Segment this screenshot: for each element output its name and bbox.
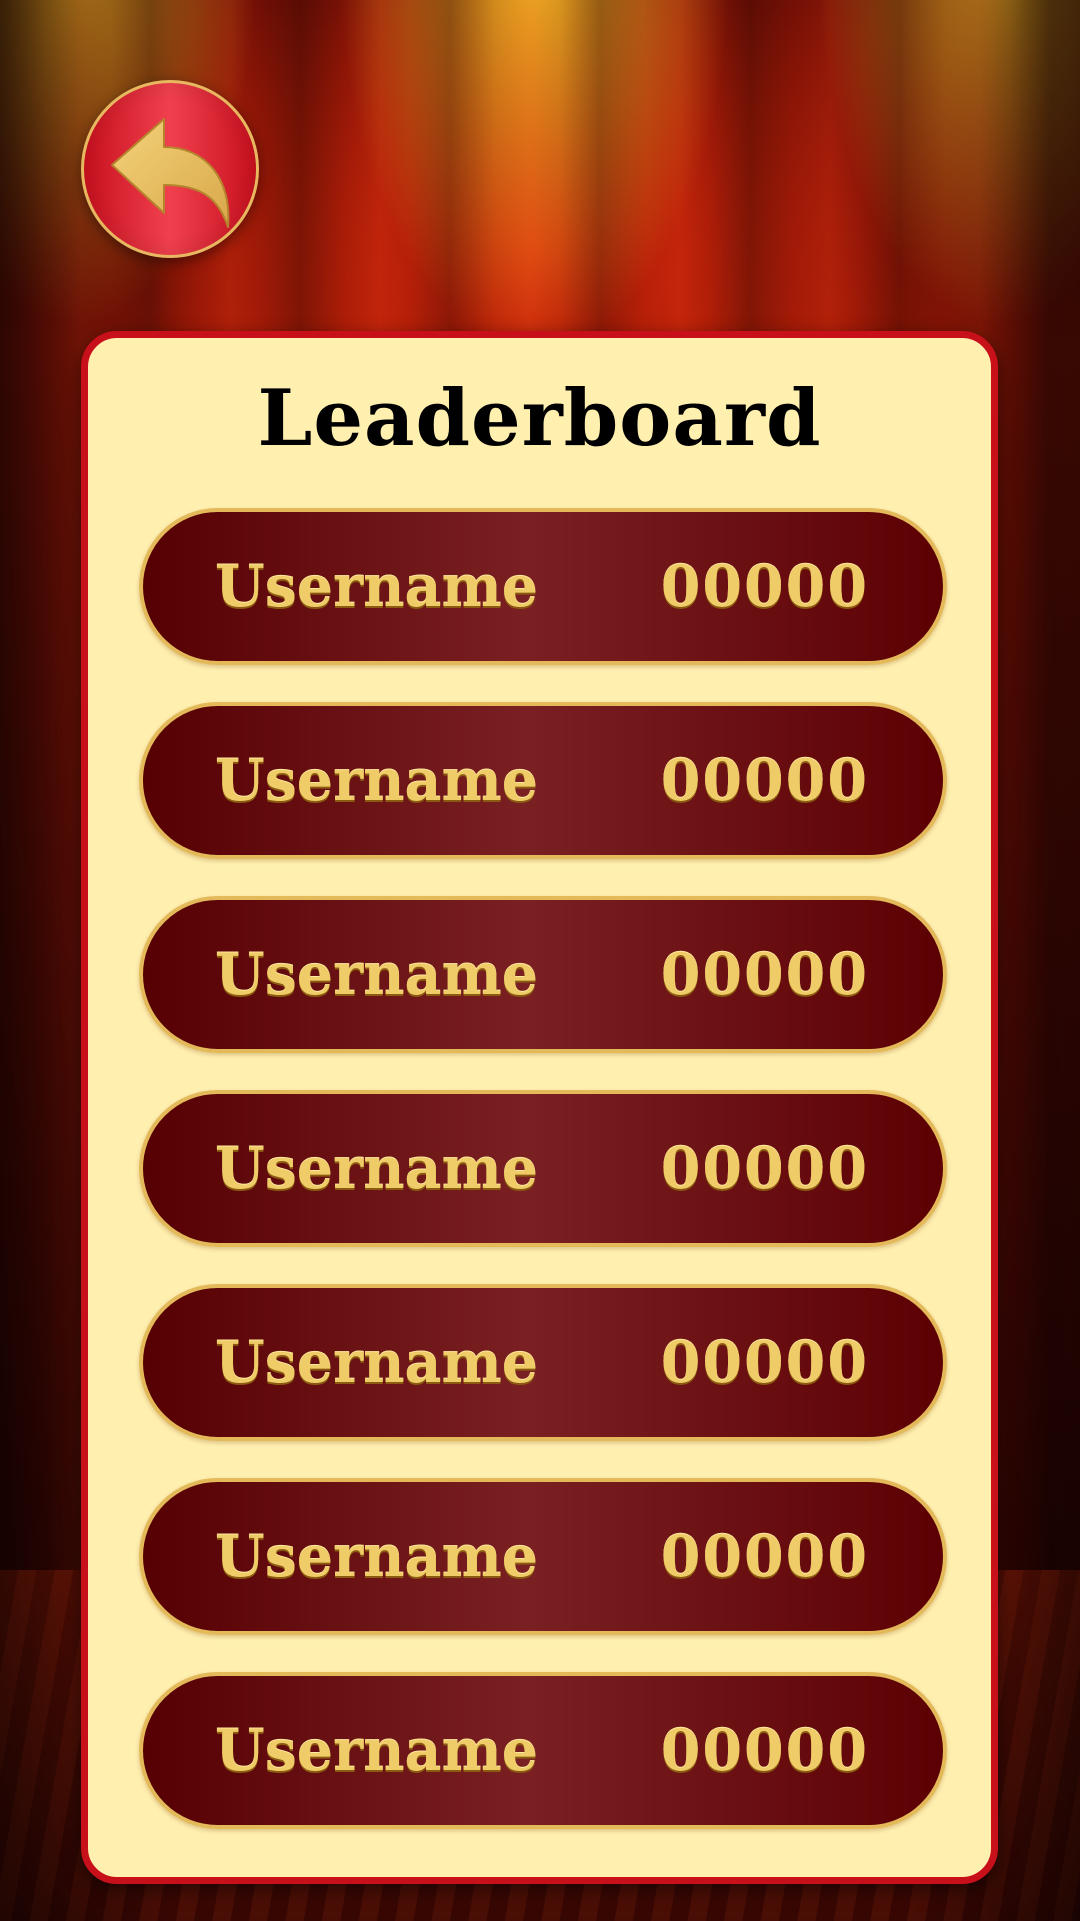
row-score: 00000 bbox=[660, 1329, 869, 1396]
leaderboard-row: Username 00000 bbox=[139, 702, 947, 859]
back-arrow-icon bbox=[111, 118, 230, 228]
row-username: Username bbox=[215, 1135, 539, 1202]
leaderboard-row: Username 00000 bbox=[139, 1090, 947, 1247]
leaderboard-row: Username 00000 bbox=[139, 1672, 947, 1829]
leaderboard-row: Username 00000 bbox=[139, 508, 947, 665]
row-score: 00000 bbox=[660, 941, 869, 1008]
leaderboard-title: Leaderboard bbox=[257, 373, 822, 464]
leaderboard-row: Username 00000 bbox=[139, 896, 947, 1053]
row-score: 00000 bbox=[660, 1717, 869, 1784]
leaderboard-panel: Leaderboard Username 00000 Username 0000… bbox=[81, 331, 998, 1884]
row-score: 00000 bbox=[660, 747, 869, 814]
row-score: 00000 bbox=[660, 1523, 869, 1590]
row-score: 00000 bbox=[660, 553, 869, 620]
leaderboard-list: Username 00000 Username 00000 Username 0… bbox=[139, 508, 947, 1866]
row-username: Username bbox=[215, 1523, 539, 1590]
row-username: Username bbox=[215, 1717, 539, 1784]
row-username: Username bbox=[215, 941, 539, 1008]
leaderboard-row: Username 00000 bbox=[139, 1478, 947, 1635]
back-button[interactable] bbox=[81, 80, 259, 258]
row-username: Username bbox=[215, 553, 539, 620]
row-username: Username bbox=[215, 1329, 539, 1396]
leaderboard-row: Username 00000 bbox=[139, 1284, 947, 1441]
row-username: Username bbox=[215, 747, 539, 814]
row-score: 00000 bbox=[660, 1135, 869, 1202]
